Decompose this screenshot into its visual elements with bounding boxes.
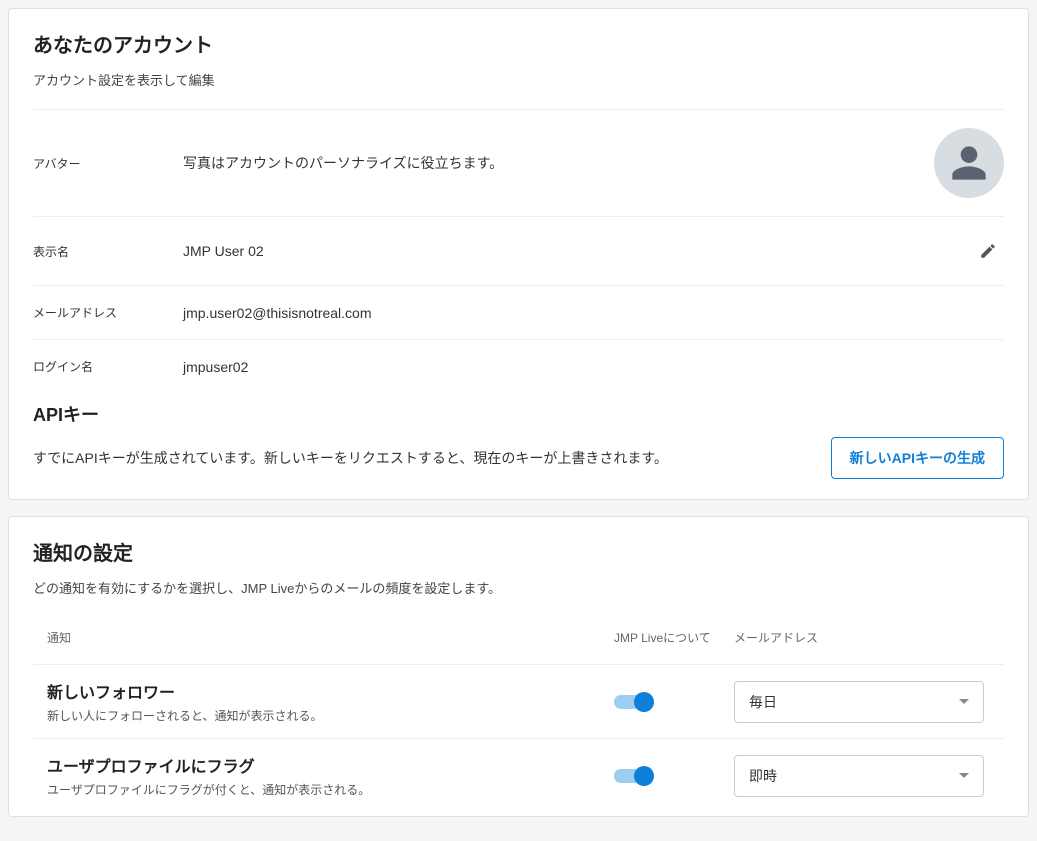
row-email: メールアドレス jmp.user02@thisisnotreal.com <box>33 285 1004 339</box>
notifications-header: 通知 JMP Liveについて メールアドレス <box>33 617 1004 664</box>
row-avatar: アバター 写真はアカウントのパーソナライズに役立ちます。 <box>33 109 1004 216</box>
api-title: APIキー <box>33 401 1004 427</box>
notif-flag-frequency-value: 即時 <box>749 766 777 786</box>
notifications-card: 通知の設定 どの通知を有効にするかを選択し、JMP Liveからのメールの頻度を… <box>8 516 1029 817</box>
display-name-value: JMP User 02 <box>183 243 972 259</box>
notif-followers-title: 新しいフォロワー <box>47 679 614 703</box>
notif-followers-frequency-value: 毎日 <box>749 692 777 712</box>
notif-flag-title: ユーザプロファイルにフラグ <box>47 753 614 777</box>
notification-row-profile-flag: ユーザプロファイルにフラグ ユーザプロファイルにフラグが付くと、通知が表示される… <box>33 738 1004 812</box>
notif-flag-toggle[interactable] <box>614 769 650 783</box>
account-card: あなたのアカウント アカウント設定を表示して編集 アバター 写真はアカウントのパ… <box>8 8 1029 500</box>
account-subtitle: アカウント設定を表示して編集 <box>33 70 1004 89</box>
notification-row-followers: 新しいフォロワー 新しい人にフォローされると、通知が表示される。 毎日 <box>33 664 1004 738</box>
chevron-down-icon <box>959 773 969 778</box>
notif-followers-toggle[interactable] <box>614 695 650 709</box>
email-label: メールアドレス <box>33 304 183 321</box>
user-icon <box>949 143 989 183</box>
pencil-icon <box>979 242 997 260</box>
api-desc: すでにAPIキーが生成されています。新しいキーをリクエストすると、現在のキーが上… <box>33 448 815 468</box>
chevron-down-icon <box>959 699 969 704</box>
notif-flag-frequency-select[interactable]: 即時 <box>734 755 984 797</box>
notifications-subtitle: どの通知を有効にするかを選択し、JMP Liveからのメールの頻度を設定します。 <box>33 578 1004 597</box>
row-login: ログイン名 jmpuser02 <box>33 339 1004 393</box>
api-row: すでにAPIキーが生成されています。新しいキーをリクエストすると、現在のキーが上… <box>33 437 1004 479</box>
col-email: メールアドレス <box>734 629 1004 646</box>
col-jmp-live: JMP Liveについて <box>614 629 734 646</box>
avatar[interactable] <box>934 128 1004 198</box>
avatar-label: アバター <box>33 155 183 172</box>
generate-api-key-button[interactable]: 新しいAPIキーの生成 <box>831 437 1004 479</box>
notif-followers-desc: 新しい人にフォローされると、通知が表示される。 <box>47 707 614 724</box>
login-label: ログイン名 <box>33 358 183 375</box>
avatar-action <box>934 128 1004 198</box>
email-value: jmp.user02@thisisnotreal.com <box>183 305 1004 321</box>
edit-display-name-button[interactable] <box>972 235 1004 267</box>
account-title: あなたのアカウント <box>33 29 1004 58</box>
notif-followers-frequency-select[interactable]: 毎日 <box>734 681 984 723</box>
login-value: jmpuser02 <box>183 359 1004 375</box>
notif-flag-desc: ユーザプロファイルにフラグが付くと、通知が表示される。 <box>47 781 614 798</box>
notifications-title: 通知の設定 <box>33 537 1004 566</box>
avatar-desc: 写真はアカウントのパーソナライズに役立ちます。 <box>183 153 934 173</box>
display-name-label: 表示名 <box>33 243 183 260</box>
col-notification: 通知 <box>33 629 614 646</box>
row-display-name: 表示名 JMP User 02 <box>33 216 1004 285</box>
